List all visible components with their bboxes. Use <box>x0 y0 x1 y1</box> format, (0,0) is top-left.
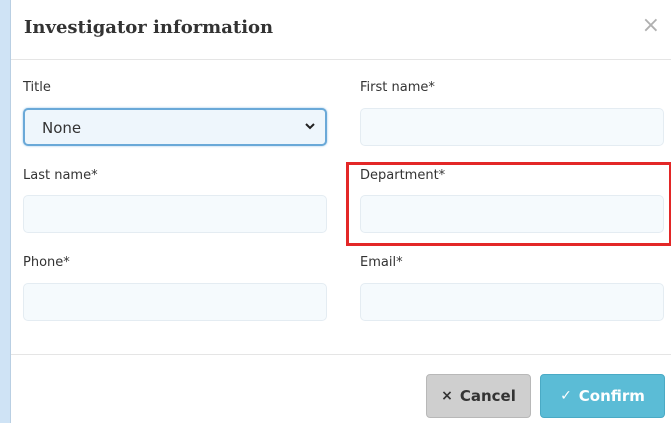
dialog-footer: × Cancel ✓ Confirm <box>11 354 671 423</box>
confirm-button-label: Confirm <box>578 387 645 405</box>
chevron-down-icon <box>305 123 315 130</box>
phone-field[interactable] <box>23 283 327 321</box>
phone-label: Phone* <box>23 255 70 270</box>
title-select[interactable]: None <box>23 108 327 146</box>
close-icon: × <box>441 388 453 404</box>
confirm-button[interactable]: ✓ Confirm <box>540 374 665 418</box>
first-name-label: First name* <box>360 80 435 95</box>
title-label: Title <box>23 80 51 95</box>
email-field[interactable] <box>360 283 664 321</box>
checkmark-icon: ✓ <box>560 388 572 404</box>
cancel-button[interactable]: × Cancel <box>426 374 531 418</box>
last-name-field[interactable] <box>23 195 327 233</box>
title-select-value: None <box>42 119 82 137</box>
last-name-label: Last name* <box>23 168 98 183</box>
dialog-title: Investigator information <box>24 17 274 38</box>
department-highlight <box>346 162 671 246</box>
email-label: Email* <box>360 255 403 270</box>
cancel-button-label: Cancel <box>459 387 516 405</box>
investigator-dialog: Investigator information × Title None Fi… <box>10 0 671 423</box>
close-icon[interactable]: × <box>642 14 660 38</box>
first-name-field[interactable] <box>360 108 664 146</box>
dialog-header: Investigator information × <box>11 0 671 60</box>
